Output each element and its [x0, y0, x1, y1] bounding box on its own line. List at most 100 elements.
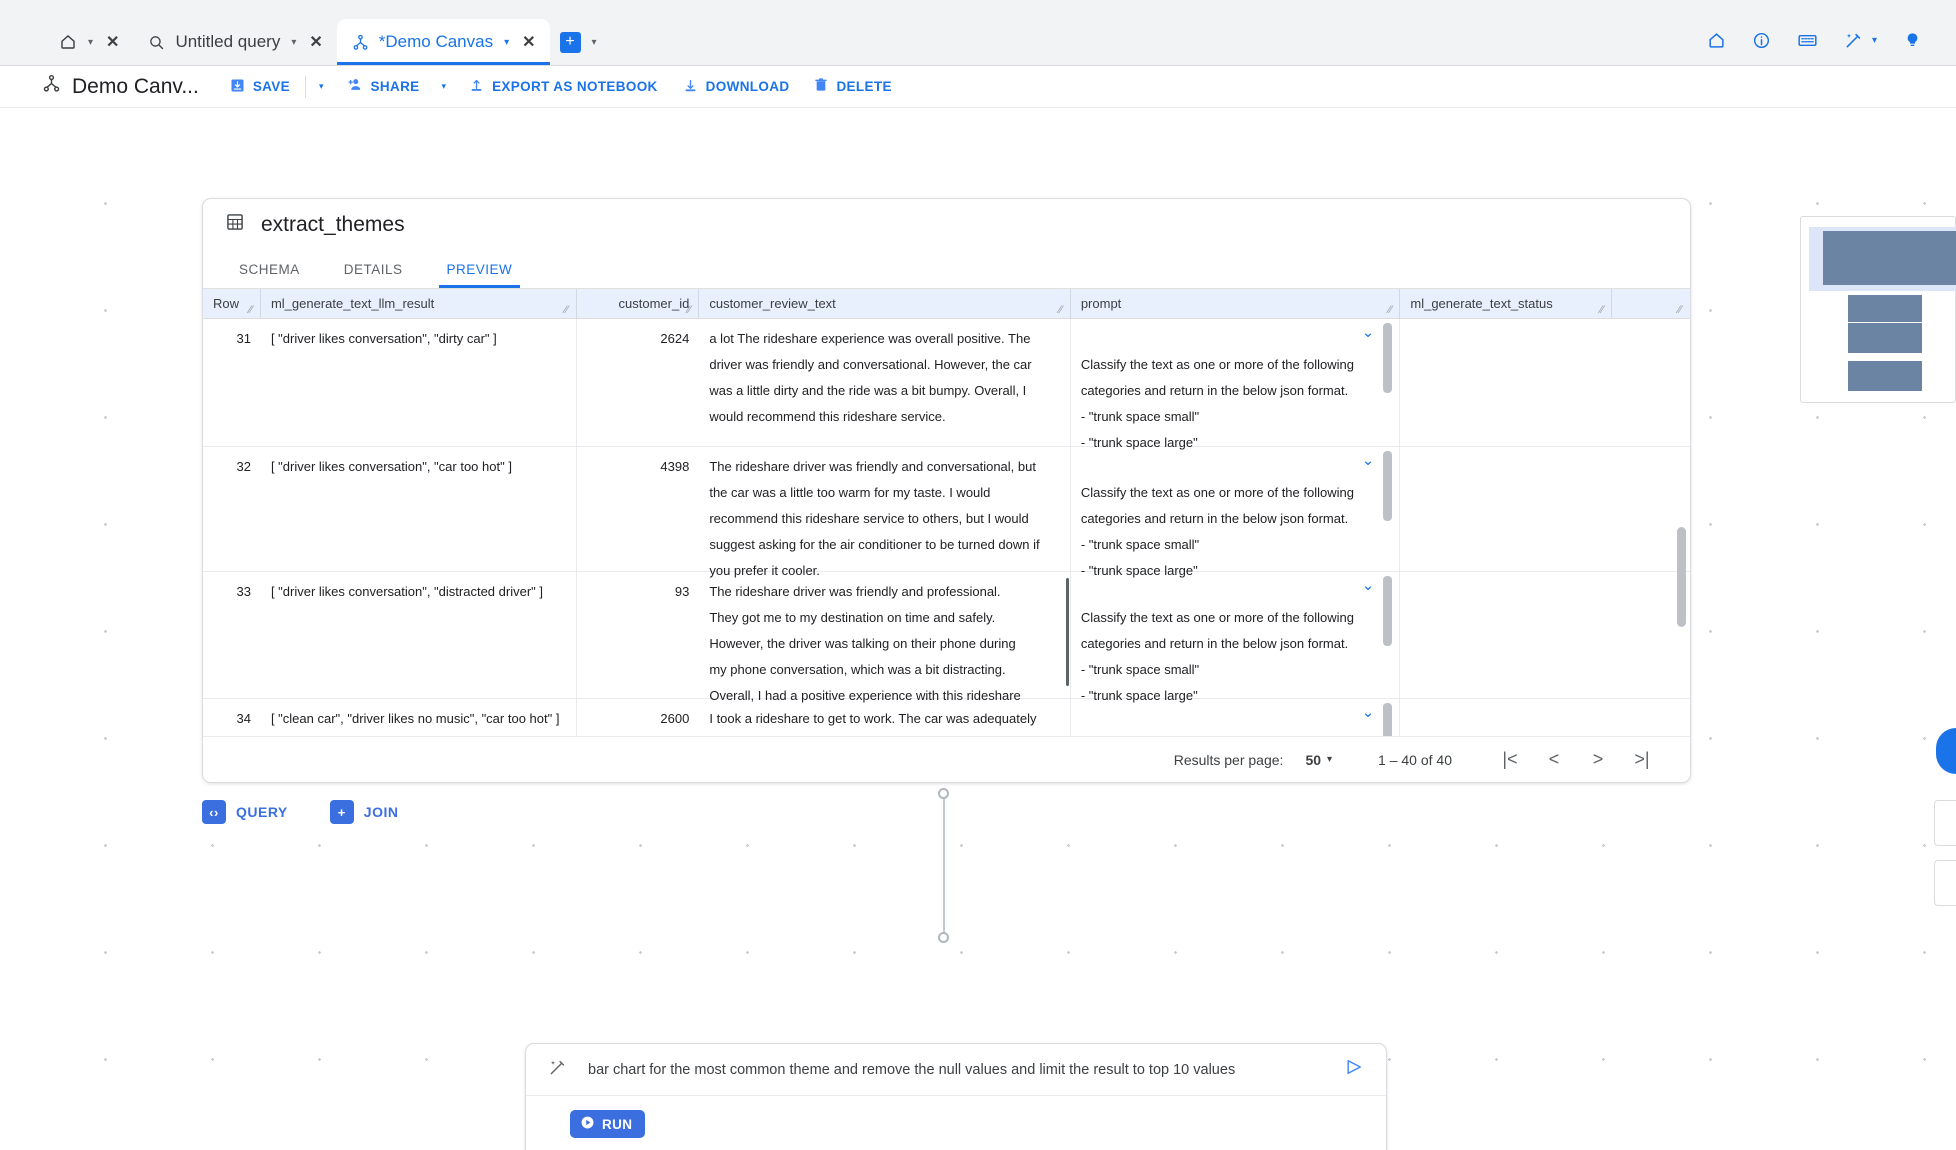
- new-tab-caret[interactable]: ▾: [592, 37, 597, 48]
- tab-home-close[interactable]: ✕: [106, 32, 119, 52]
- tab-home[interactable]: ▾ ✕: [44, 19, 133, 65]
- column-resize-handle[interactable]: ⁄⁄: [1600, 305, 1609, 316]
- previous-page-button[interactable]: <: [1532, 749, 1576, 770]
- delete-button[interactable]: DELETE: [801, 72, 903, 101]
- grid-vertical-scrollbar[interactable]: [1677, 527, 1686, 627]
- new-tab-control[interactable]: + ▾: [550, 19, 607, 65]
- table-row[interactable]: 34 [ "clean car", "driver likes no music…: [203, 699, 1690, 736]
- play-icon: [580, 1115, 595, 1133]
- magic-wand-caret[interactable]: ▾: [1872, 35, 1877, 46]
- next-page-button[interactable]: >: [1576, 749, 1620, 770]
- table-row[interactable]: 33 [ "driver likes conversation", "distr…: [203, 572, 1690, 703]
- join-action-button[interactable]: + JOIN: [329, 800, 399, 824]
- tab-preview[interactable]: PREVIEW: [425, 251, 535, 288]
- save-button[interactable]: SAVE: [217, 72, 302, 102]
- column-header-ml-generate-text-llm-result[interactable]: ml_generate_text_llm_result ⁄⁄: [261, 289, 577, 318]
- prompt-node-card[interactable]: bar chart for the most common theme and …: [525, 1043, 1387, 1150]
- browser-tab-strip: ▾ ✕ Untitled query ▾ ✕ *Demo Canvas ▾ ✕ …: [0, 0, 1956, 66]
- expand-cell-chevron-icon[interactable]: ⌄: [1362, 705, 1375, 720]
- cell-blank: [1612, 699, 1690, 736]
- column-header-customer-review-text[interactable]: customer_review_text ⁄⁄: [699, 289, 1071, 318]
- plus-icon[interactable]: +: [559, 31, 581, 53]
- cell-scrollbar[interactable]: [1383, 323, 1393, 393]
- table-row[interactable]: 32 [ "driver likes conversation", "car t…: [203, 447, 1690, 578]
- column-header-prompt[interactable]: prompt ⁄⁄: [1071, 289, 1401, 318]
- tab-caret[interactable]: ▾: [504, 37, 509, 48]
- tab-list: ▾ ✕ Untitled query ▾ ✕ *Demo Canvas ▾ ✕ …: [0, 0, 607, 65]
- column-resize-handle[interactable]: ⁄⁄: [1678, 305, 1687, 316]
- expand-cell-chevron-icon[interactable]: ⌄: [1362, 325, 1375, 340]
- results-per-page-caret-icon[interactable]: ▾: [1327, 754, 1332, 765]
- trash-icon: [813, 77, 829, 96]
- minimap-node: [1848, 361, 1922, 391]
- tab-close[interactable]: ✕: [522, 32, 535, 52]
- preview-grid[interactable]: Row ⁄⁄ ml_generate_text_llm_result ⁄⁄ cu…: [203, 289, 1690, 736]
- last-page-button[interactable]: >|: [1620, 749, 1664, 770]
- column-header-blank[interactable]: ⁄⁄: [1612, 289, 1690, 318]
- prompt-input-row[interactable]: bar chart for the most common theme and …: [526, 1044, 1386, 1096]
- save-caret[interactable]: ▾: [309, 81, 334, 92]
- cell-text-line: - "trunk space small": [1080, 662, 1200, 677]
- home-icon[interactable]: [1707, 31, 1726, 50]
- column-header-customer-id[interactable]: customer_id ⁄⁄: [577, 289, 700, 318]
- cell-status: [1400, 699, 1612, 736]
- share-button[interactable]: SHARE: [334, 71, 432, 102]
- prompt-text[interactable]: bar chart for the most common theme and …: [588, 1062, 1324, 1078]
- canvas-minimap[interactable]: [1800, 216, 1956, 403]
- cell-scrollbar[interactable]: [1383, 576, 1393, 646]
- column-resize-handle[interactable]: ⁄⁄: [249, 305, 258, 316]
- download-button[interactable]: DOWNLOAD: [670, 72, 802, 102]
- column-resize-handle[interactable]: ⁄⁄: [687, 305, 696, 316]
- info-icon[interactable]: [1752, 31, 1771, 50]
- tab-schema[interactable]: SCHEMA: [217, 251, 322, 288]
- cell-status: [1400, 572, 1612, 698]
- edge-panel-handle[interactable]: [1934, 860, 1956, 906]
- export-icon: [468, 77, 485, 97]
- pagination-range: 1 – 40 of 40: [1378, 751, 1452, 768]
- cell-row-number: 31: [236, 331, 251, 346]
- run-button[interactable]: RUN: [570, 1110, 646, 1138]
- keyboard-icon[interactable]: [1797, 30, 1818, 51]
- grid-header-row: Row ⁄⁄ ml_generate_text_llm_result ⁄⁄ cu…: [203, 289, 1690, 319]
- tab-home-caret[interactable]: ▾: [88, 37, 93, 48]
- canvas-area[interactable]: extract_themes SCHEMA DETAILS PREVIEW Ro…: [0, 108, 1956, 1150]
- tab-demo-canvas[interactable]: *Demo Canvas ▾ ✕: [336, 19, 550, 65]
- results-per-page-value[interactable]: 50: [1305, 752, 1321, 768]
- table-node-card[interactable]: extract_themes SCHEMA DETAILS PREVIEW Ro…: [202, 198, 1691, 783]
- first-page-button[interactable]: |<: [1488, 749, 1532, 770]
- cell-text-line: Classify the text as one or more of the …: [1080, 485, 1354, 500]
- table-card-header: extract_themes: [203, 199, 1690, 251]
- column-header-ml-generate-text-status[interactable]: ml_generate_text_status ⁄⁄: [1400, 289, 1613, 318]
- cell-scrollbar[interactable]: [1383, 451, 1393, 521]
- tab-caret[interactable]: ▾: [291, 37, 296, 48]
- column-resize-handle[interactable]: ⁄⁄: [1059, 305, 1068, 316]
- query-icon: [147, 33, 166, 52]
- export-as-notebook-button[interactable]: EXPORT AS NOTEBOOK: [456, 72, 670, 102]
- cell-scrollbar[interactable]: [1383, 703, 1393, 736]
- tab-close[interactable]: ✕: [309, 32, 322, 52]
- table-row[interactable]: 31 [ "driver likes conversation", "dirty…: [203, 319, 1690, 450]
- cell-llm-result: [ "driver likes conversation", "dirty ca…: [261, 319, 577, 446]
- lightbulb-icon[interactable]: [1903, 31, 1922, 50]
- share-caret[interactable]: ▾: [432, 81, 457, 92]
- expand-cell-chevron-icon[interactable]: ⌄: [1362, 578, 1375, 593]
- send-icon[interactable]: [1344, 1057, 1364, 1083]
- column-header-row[interactable]: Row ⁄⁄: [203, 289, 261, 318]
- run-label: RUN: [602, 1116, 633, 1132]
- query-action-button[interactable]: ‹› QUERY: [202, 800, 288, 824]
- grid-body[interactable]: 31 [ "driver likes conversation", "dirty…: [203, 319, 1690, 736]
- edge-panel-handle[interactable]: [1934, 800, 1956, 846]
- column-resize-handle[interactable]: ⁄⁄: [565, 305, 574, 316]
- tab-details[interactable]: DETAILS: [322, 251, 425, 288]
- cell-review-text: I took a rideshare to get to work. The c…: [699, 699, 1071, 736]
- cell-scrollbar[interactable]: [1065, 578, 1069, 686]
- node-connector-line: [943, 793, 945, 943]
- cell-text-line: - "trunk space small": [1080, 537, 1200, 552]
- expand-cell-chevron-icon[interactable]: ⌄: [1362, 453, 1375, 468]
- tab-untitled-query[interactable]: Untitled query ▾ ✕: [133, 19, 336, 65]
- cell-customer-id: 2624: [660, 331, 690, 346]
- plus-icon: +: [329, 800, 354, 824]
- column-label: ml_generate_text_llm_result: [270, 296, 435, 311]
- column-resize-handle[interactable]: ⁄⁄: [1388, 305, 1397, 316]
- magic-wand-icon[interactable]: [1844, 30, 1864, 50]
